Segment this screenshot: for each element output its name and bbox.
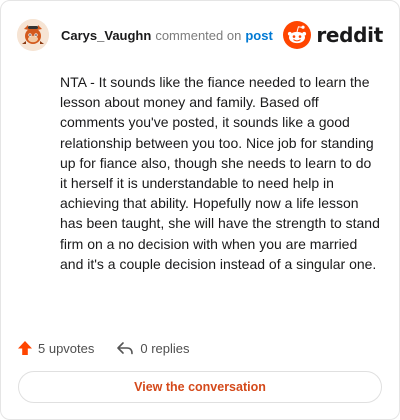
upvote-button[interactable]: 5 upvotes — [17, 340, 94, 356]
upvote-count: 5 upvotes — [38, 340, 95, 356]
username[interactable]: Carys_Vaughn — [61, 28, 151, 43]
reddit-brand[interactable]: reddit — [283, 21, 383, 49]
view-conversation-button[interactable]: View the conversation — [18, 371, 382, 403]
reddit-snoo-icon — [283, 21, 312, 49]
reply-button[interactable]: 0 replies — [116, 340, 190, 356]
avatar[interactable] — [17, 19, 49, 51]
upvote-arrow-icon — [18, 341, 32, 355]
reply-arrow-icon — [117, 342, 134, 355]
reply-count: 0 replies — [140, 340, 190, 356]
comment-footer: 5 upvotes 0 replies — [17, 337, 190, 359]
comment-header: Carys_Vaughn commented on post reddit — [17, 17, 383, 53]
avatar-image — [17, 19, 49, 51]
comment-meta: Carys_Vaughn commented on post — [61, 28, 273, 43]
comment-body: NTA - It sounds like the fiance needed t… — [60, 74, 380, 272]
action-text: commented on — [155, 27, 242, 43]
reddit-wordmark: reddit — [316, 23, 383, 47]
comment-card: Carys_Vaughn commented on post reddit NT… — [0, 0, 400, 420]
post-link[interactable]: post — [245, 28, 272, 43]
